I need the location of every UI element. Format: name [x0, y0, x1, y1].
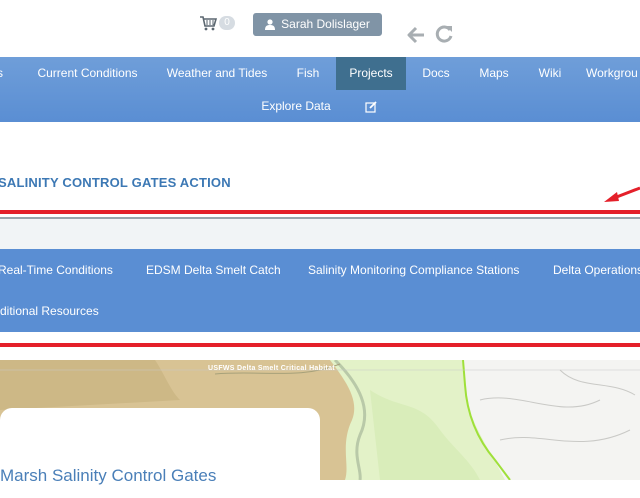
nav-item-projects[interactable]: Projects: [336, 57, 406, 90]
nav-edit-button[interactable]: [362, 90, 380, 122]
main-navigation: s Current Conditions Weather and Tides F…: [0, 57, 640, 122]
map-habitat-label: USFWS Delta Smelt Critical Habitat: [208, 365, 335, 372]
map-panel-title: Marsh Salinity Control Gates: [0, 466, 217, 485]
spacer-band: [0, 219, 640, 249]
subnav-item-salinity-monitoring[interactable]: Salinity Monitoring Compliance Stations: [308, 262, 519, 278]
back-arrow-icon[interactable]: [407, 26, 425, 44]
cart-count-badge: 0: [219, 16, 235, 30]
nav-item-wiki[interactable]: Wiki: [526, 57, 574, 90]
nav-item-fish[interactable]: Fish: [284, 57, 332, 90]
nav-item-maps[interactable]: Maps: [466, 57, 522, 90]
project-subnav: Real-Time Conditions EDSM Delta Smelt Ca…: [0, 249, 640, 332]
annotation-line-top: [0, 210, 640, 214]
page-title: SALINITY CONTROL GATES ACTION: [0, 175, 231, 190]
top-user-bar: 0 Sarah Dolislager: [0, 0, 640, 57]
nav-item-docs[interactable]: Docs: [410, 57, 462, 90]
nav-item-current-conditions[interactable]: Current Conditions: [23, 57, 152, 90]
red-arrow-annotation: [604, 186, 640, 202]
edit-icon: [365, 101, 377, 113]
subnav-item-real-time-conditions[interactable]: Real-Time Conditions: [0, 262, 113, 278]
nav-item-weather-and-tides[interactable]: Weather and Tides: [154, 57, 280, 90]
cart-icon[interactable]: [199, 15, 217, 31]
subnav-item-delta-operations[interactable]: Delta Operations: [553, 262, 640, 278]
user-name: Sarah Dolislager: [281, 17, 370, 31]
annotation-line-bottom: [0, 343, 640, 347]
nav-item-explore-data[interactable]: Explore Data: [250, 90, 342, 122]
user-account-button[interactable]: Sarah Dolislager: [253, 13, 382, 36]
user-icon: [265, 19, 276, 30]
nav-item-workgroups[interactable]: Workgrou: [586, 57, 640, 90]
subnav-item-edsm-delta-smelt-catch[interactable]: EDSM Delta Smelt Catch: [146, 262, 281, 278]
nav-item-home[interactable]: s: [0, 57, 8, 90]
refresh-icon[interactable]: [435, 25, 454, 44]
subnav-item-additional-resources[interactable]: ditional Resources: [0, 303, 99, 319]
